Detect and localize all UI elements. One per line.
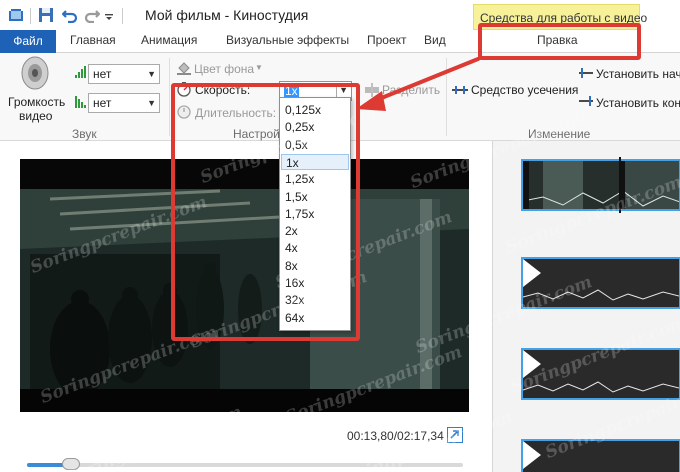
tab-animation[interactable]: Анимация <box>141 33 197 47</box>
set-end-point-button[interactable]: Установить конец <box>596 96 680 110</box>
highlight-edit-tab <box>478 23 641 60</box>
fade-out-icon <box>75 96 86 108</box>
fade-out-select[interactable]: нет ▼ <box>88 93 160 113</box>
speaker-icon <box>21 56 49 90</box>
trim-tool-button[interactable]: Средство усечения <box>471 83 578 97</box>
chevron-down-icon: ▼ <box>147 98 156 108</box>
tab-home[interactable]: Главная <box>70 33 116 47</box>
set-start-point-button[interactable]: Установить нача <box>596 67 680 81</box>
qat-divider <box>122 8 123 24</box>
chevron-down-icon: ▼ <box>147 69 156 79</box>
video-volume-label-line1[interactable]: Громкость <box>8 95 65 109</box>
video-volume-label-line2[interactable]: видео <box>19 109 52 123</box>
annotation-arrow <box>356 57 480 111</box>
app-icon <box>9 9 23 21</box>
qat-divider <box>30 8 31 24</box>
paint-bucket-icon <box>177 62 191 75</box>
window-title: Мой фильм - Киностудия <box>145 7 309 23</box>
undo-icon[interactable] <box>62 7 78 23</box>
fade-out-value: нет <box>93 96 112 110</box>
save-icon[interactable] <box>38 7 54 23</box>
highlight-speed-controls <box>171 83 360 341</box>
customize-qat-icon[interactable] <box>104 7 114 23</box>
tab-project[interactable]: Проект <box>367 33 407 47</box>
tab-visual-effects[interactable]: Визуальные эффекты <box>226 33 349 47</box>
tab-file[interactable]: Файл <box>0 30 56 53</box>
background-color-button[interactable]: Цвет фона <box>194 62 254 76</box>
set-start-point-icon <box>579 68 593 78</box>
redo-icon[interactable] <box>84 7 100 23</box>
tab-view[interactable]: Вид <box>424 33 446 47</box>
group-separator <box>169 58 170 136</box>
set-end-point-icon <box>579 96 593 106</box>
group-label-sound: Звук <box>72 127 97 141</box>
fade-in-value: нет <box>93 67 112 81</box>
chevron-down-icon: ▼ <box>255 63 263 72</box>
fade-in-select[interactable]: нет ▼ <box>88 64 160 84</box>
fade-in-icon <box>75 66 86 78</box>
